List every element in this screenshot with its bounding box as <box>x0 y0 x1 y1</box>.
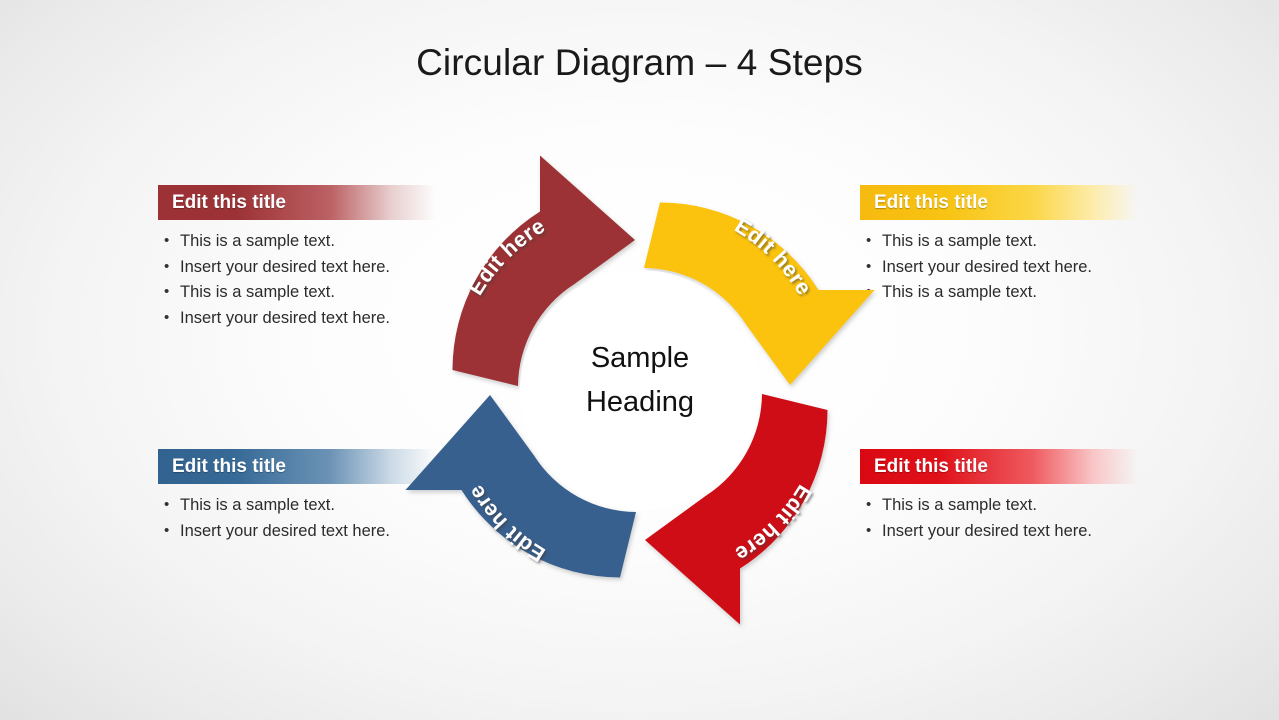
block-header-bottom-right[interactable]: Edit this title <box>860 449 1138 484</box>
list-item: Insert your desired text here. <box>860 254 1138 281</box>
list-item: This is a sample text. <box>860 279 1138 306</box>
page-title: Circular Diagram – 4 Steps <box>416 42 863 83</box>
circular-diagram: Edit here Edit here Edit here Edit here <box>390 140 890 640</box>
bullet-list-bottom-right: This is a sample text. Insert your desir… <box>860 484 1138 544</box>
center-hub <box>520 270 760 510</box>
list-item: Insert your desired text here. <box>860 518 1138 545</box>
text-block-top-right: Edit this title This is a sample text. I… <box>860 185 1138 306</box>
list-item: This is a sample text. <box>860 228 1138 255</box>
text-block-bottom-right: Edit this title This is a sample text. I… <box>860 449 1138 544</box>
block-header-top-right[interactable]: Edit this title <box>860 185 1138 220</box>
slide-canvas: Circular Diagram – 4 Steps Edit this tit… <box>0 0 1279 720</box>
list-item: This is a sample text. <box>860 492 1138 519</box>
bullet-list-top-right: This is a sample text. Insert your desir… <box>860 220 1138 306</box>
